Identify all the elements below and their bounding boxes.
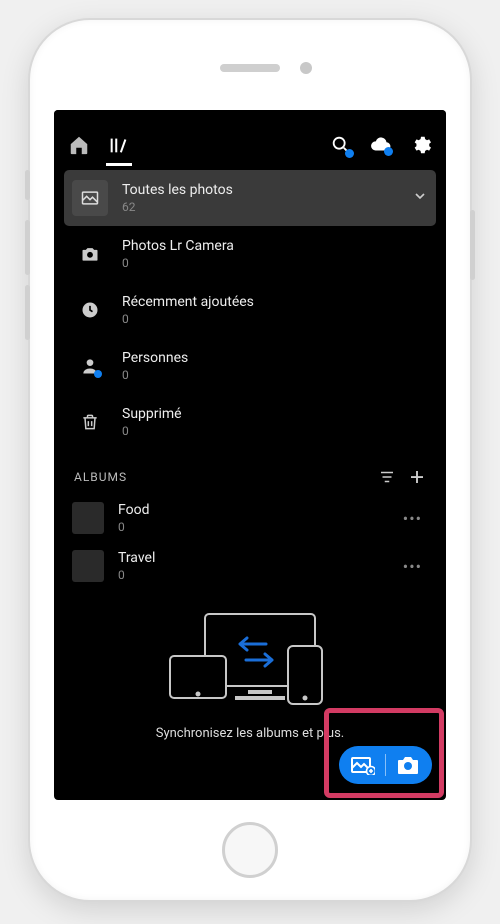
collection-count: 0 (122, 424, 428, 438)
collection-title: Personnes (122, 350, 428, 366)
collection-title: Supprimé (122, 406, 428, 422)
collection-title: Toutes les photos (122, 182, 398, 198)
add-photo-icon[interactable] (351, 755, 375, 775)
collection-lr-camera[interactable]: Photos Lr Camera 0 (64, 226, 436, 282)
albums-label: ALBUMS (74, 470, 366, 484)
clock-icon (72, 292, 108, 328)
image-icon (72, 180, 108, 216)
album-more-icon[interactable]: ••• (397, 509, 428, 528)
mute-switch (25, 170, 30, 200)
search-icon[interactable] (330, 134, 352, 156)
album-title: Travel (118, 550, 383, 566)
phone-frame: Toutes les photos 62 Photos Lr Camera 0 (30, 20, 470, 900)
camera-icon (72, 236, 108, 272)
collection-count: 62 (122, 200, 398, 214)
add-fab (339, 746, 432, 784)
album-more-icon[interactable]: ••• (397, 557, 428, 576)
app-screen: Toutes les photos 62 Photos Lr Camera 0 (54, 110, 446, 800)
phone-speaker (220, 64, 280, 72)
fab-divider (385, 754, 386, 776)
collection-all-photos[interactable]: Toutes les photos 62 (64, 170, 436, 226)
collection-deleted[interactable]: Supprimé 0 (64, 394, 436, 450)
volume-up (25, 220, 30, 275)
album-food[interactable]: Food 0 ••• (64, 494, 436, 542)
collection-recent[interactable]: Récemment ajoutées 0 (64, 282, 436, 338)
sync-illustration (160, 608, 340, 718)
person-icon (72, 348, 108, 384)
cloud-icon[interactable] (370, 134, 392, 156)
collection-count: 0 (122, 368, 428, 382)
album-count: 0 (118, 520, 383, 534)
album-thumbnail (72, 502, 104, 534)
collection-title: Récemment ajoutées (122, 294, 428, 310)
collection-count: 0 (122, 312, 428, 326)
sort-icon[interactable] (378, 468, 396, 486)
power-button (470, 210, 475, 280)
content-area: Toutes les photos 62 Photos Lr Camera 0 (54, 164, 446, 800)
albums-section-header: ALBUMS (64, 450, 436, 494)
volume-down (25, 285, 30, 340)
collection-title: Photos Lr Camera (122, 238, 428, 254)
camera-capture-icon[interactable] (396, 755, 420, 775)
library-icon[interactable] (108, 134, 130, 156)
album-title: Food (118, 502, 383, 518)
chevron-down-icon[interactable] (412, 188, 428, 208)
home-icon[interactable] (68, 134, 90, 156)
home-button[interactable] (222, 822, 278, 878)
trash-icon (72, 404, 108, 440)
status-bar (54, 110, 446, 124)
collection-people[interactable]: Personnes 0 (64, 338, 436, 394)
phone-front-camera (300, 62, 312, 74)
album-count: 0 (118, 568, 383, 582)
collection-count: 0 (122, 256, 428, 270)
top-bar (54, 124, 446, 164)
album-travel[interactable]: Travel 0 ••• (64, 542, 436, 590)
settings-icon[interactable] (410, 134, 432, 156)
album-thumbnail (72, 550, 104, 582)
add-album-icon[interactable] (408, 468, 426, 486)
